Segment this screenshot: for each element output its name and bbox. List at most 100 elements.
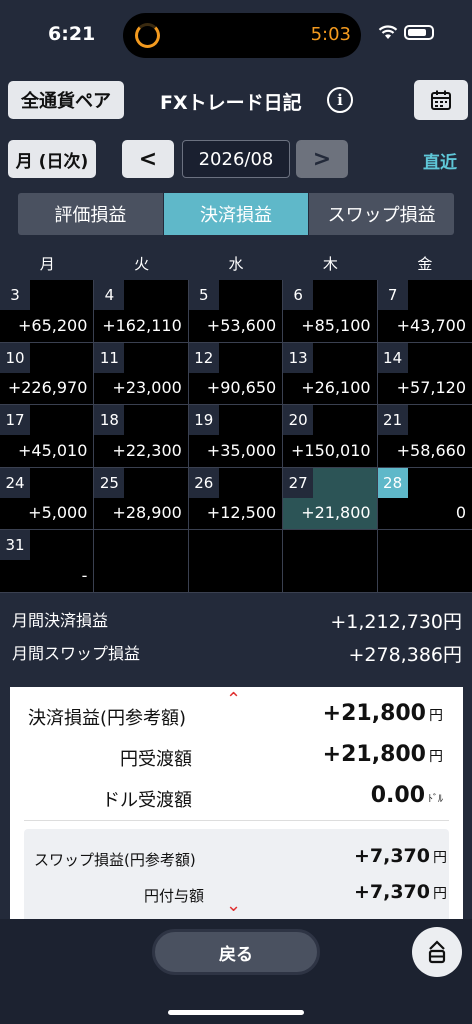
calendar-day-amount: +28,900	[112, 503, 182, 522]
calendar-day-cell[interactable]: 27 +21,800	[283, 467, 378, 530]
calendar-day-amount: 0	[455, 503, 466, 522]
monthly-totals: 月間決済損益 +1,212,730円 月間スワップ損益 +278,386円	[0, 595, 472, 677]
calendar-day-number: 5	[188, 280, 219, 310]
calendar-day-amount: +226,970	[7, 378, 88, 397]
calendar-day-number: 27	[283, 467, 314, 498]
calendar-day-cell[interactable]: 10 +226,970	[0, 342, 95, 405]
chevron-right-icon: >	[312, 146, 332, 172]
menu-button[interactable]	[412, 927, 462, 977]
settled-pl-value: +21,800	[322, 701, 426, 726]
calendar-day-number: 11	[94, 342, 125, 373]
weekday-wed: 水	[228, 254, 244, 273]
month-date-field[interactable]: 2026/08	[182, 140, 290, 178]
weekday-header: 月 火 水 木 金	[0, 246, 472, 280]
calendar-day-amount: +90,650	[206, 378, 277, 397]
usd-delivery-row: 0.00 ﾄﾞﾙ	[371, 783, 443, 808]
calendar-day-cell[interactable]: 26 +12,500	[188, 467, 284, 530]
calendar-day-cell[interactable]: 3 +65,200	[0, 280, 95, 343]
calendar-day-cell[interactable]: 24 +5,000	[0, 467, 95, 530]
swap-pl-row: +7,370 円	[354, 845, 447, 867]
info-icon[interactable]: i	[327, 87, 353, 113]
calendar-day-cell[interactable]: 18 +22,300	[94, 405, 189, 468]
calendar-icon	[431, 90, 451, 110]
calendar-day-cell[interactable]: 28 0	[377, 467, 472, 530]
calendar-empty-cell	[188, 530, 284, 593]
calendar-day-amount: +85,100	[301, 315, 371, 335]
battery-icon	[404, 25, 434, 40]
calendar-grid: 3 +65,200 4 +162,110 5 +53,600 6 +85,100 7 +43,70…	[0, 280, 472, 593]
chevron-down-icon[interactable]: ⌄	[226, 895, 241, 916]
calendar-day-amount: +5,000	[28, 503, 88, 522]
calendar-day-number: 20	[283, 405, 314, 435]
timer-text: 5:03	[310, 24, 351, 45]
calendar-empty-cell	[283, 530, 378, 593]
calendar-day-amount: +150,010	[291, 440, 371, 460]
calendar-day-cell[interactable]: 19 +35,000	[188, 405, 284, 468]
calendar-day-cell[interactable]: 31 -	[0, 530, 95, 593]
calendar-day-cell[interactable]: 13 +26,100	[283, 342, 378, 405]
calendar-day-number: 28	[377, 467, 408, 498]
calendar-day-cell[interactable]: 7 +43,700	[377, 280, 472, 343]
calendar-day-amount: +21,800	[301, 503, 371, 522]
status-time: 6:21	[48, 23, 96, 45]
calendar-day-cell[interactable]: 25 +28,900	[94, 467, 189, 530]
chevron-up-icon[interactable]: ⌃	[226, 689, 241, 710]
all-pairs-button[interactable]: 全通貨ペア	[8, 81, 124, 119]
calendar-day-amount: +57,120	[396, 378, 466, 397]
calendar-day-amount: -	[81, 565, 88, 585]
calendar-day-number: 4	[94, 280, 125, 310]
tab-settled-pl[interactable]: 決済損益	[163, 193, 310, 235]
weekday-fri: 金	[417, 254, 433, 273]
settled-pl-row: +21,800 円	[323, 701, 443, 726]
jpy-grant-row: +7,370 円	[354, 881, 447, 903]
jpy-delivery-label: 円受渡額	[120, 749, 192, 770]
back-button[interactable]: 戻る	[152, 929, 320, 975]
calendar-day-cell[interactable]: 6 +85,100	[283, 280, 378, 343]
timer-ring-icon	[135, 23, 160, 48]
tab-swap-pl[interactable]: スワップ損益	[309, 193, 454, 235]
calendar-day-number: 6	[283, 280, 314, 310]
swap-pl-value: +7,370	[353, 845, 430, 867]
pl-type-tabs: 評価損益 決済損益 スワップ損益	[18, 193, 454, 235]
usd-delivery-label: ドル受渡額	[102, 790, 192, 811]
calendar-day-cell[interactable]: 12 +90,650	[188, 342, 284, 405]
calendar-day-cell[interactable]: 20 +150,010	[283, 405, 378, 468]
calendar-button[interactable]	[414, 80, 468, 120]
weekday-tue: 火	[134, 254, 150, 273]
dynamic-island: 5:03	[123, 13, 361, 58]
jpy-delivery-unit: 円	[429, 749, 443, 765]
calendar-day-cell[interactable]: 4 +162,110	[94, 280, 189, 343]
calendar-day-cell[interactable]: 17 +45,010	[0, 405, 95, 468]
wifi-icon	[378, 25, 398, 39]
calendar-day-cell[interactable]: 21 +58,660	[377, 405, 472, 468]
divider	[24, 820, 449, 821]
recent-link[interactable]: 直近	[423, 148, 457, 173]
weekday-thu: 木	[322, 254, 338, 273]
day-detail-panel[interactable]: ⌃ 決済損益(円参考額) +21,800 円 円受渡額 +21,800 円 ドル…	[10, 687, 463, 919]
usd-delivery-unit: ﾄﾞﾙ	[428, 794, 443, 805]
calendar-day-cell[interactable]: 5 +53,600	[188, 280, 284, 343]
menu-icon	[428, 940, 446, 964]
calendar-day-number: 25	[94, 467, 125, 498]
next-month-button[interactable]: >	[296, 140, 348, 178]
calendar-day-cell[interactable]: 11 +23,000	[94, 342, 189, 405]
calendar-day-amount: +12,500	[206, 503, 277, 522]
calendar-day-number: 7	[377, 280, 408, 310]
calendar-day-number: 19	[188, 405, 219, 435]
calendar-day-cell[interactable]: 14 +57,120	[377, 342, 472, 405]
calendar-day-amount: +45,010	[18, 440, 88, 460]
calendar-empty-cell	[377, 530, 472, 593]
home-indicator	[168, 1010, 304, 1015]
calendar-day-amount: +65,200	[18, 315, 88, 335]
month-mode-button[interactable]: 月 (日次)	[8, 140, 96, 178]
jpy-grant-unit: 円	[433, 886, 447, 902]
calendar-day-amount: +58,660	[396, 440, 466, 460]
page-title: FXトレード日記	[160, 92, 302, 114]
prev-month-button[interactable]: <	[122, 140, 174, 178]
settled-pl-label: 決済損益(円参考額)	[28, 708, 187, 729]
settled-pl-unit: 円	[429, 708, 443, 724]
calendar-day-number: 14	[377, 342, 408, 373]
tab-unrealized-pl[interactable]: 評価損益	[18, 193, 164, 235]
calendar-day-amount: +22,300	[112, 440, 182, 460]
calendar-day-amount: +43,700	[396, 315, 466, 335]
